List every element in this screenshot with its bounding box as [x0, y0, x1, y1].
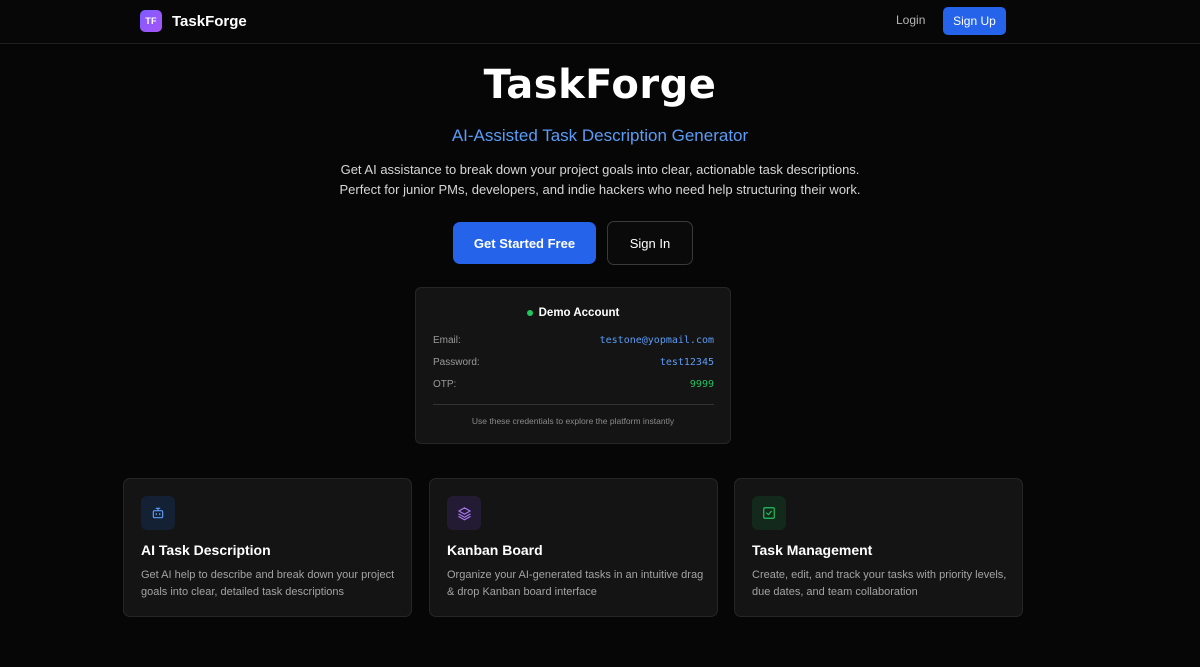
feature-card-kanban-board: Kanban Board Organize your AI-generated … [429, 478, 718, 617]
feature-card-ai-task-description: AI Task Description Get AI help to descr… [123, 478, 412, 617]
password-label: Password: [433, 356, 480, 368]
feature-title: Task Management [752, 542, 873, 558]
hero-description: Get AI assistance to break down your pro… [0, 160, 1200, 200]
feature-card-task-management: Task Management Create, edit, and track … [734, 478, 1023, 617]
hero-subtitle: AI-Assisted Task Description Generator [451, 126, 749, 145]
demo-account-card: Demo Account Email: testone@yopmail.com … [415, 287, 731, 444]
brand-name: TaskForge [172, 12, 247, 30]
hero-description-line: Get AI assistance to break down your pro… [340, 162, 860, 177]
status-dot-icon [526, 310, 533, 316]
demo-account-title: Demo Account [538, 307, 620, 319]
feature-title: AI Task Description [141, 542, 271, 558]
bot-icon [141, 496, 175, 530]
hero-title: TaskForge [483, 62, 717, 108]
demo-row-email: Email: testone@yopmail.com [433, 332, 714, 348]
sign-in-button[interactable]: Sign In [607, 221, 693, 265]
brand[interactable]: TF TaskForge [140, 10, 247, 32]
login-link[interactable]: Login [896, 13, 925, 27]
check-square-icon [752, 496, 786, 530]
demo-row-password: Password: test12345 [433, 354, 714, 370]
logo-icon: TF [140, 10, 162, 32]
demo-row-otp: OTP: 9999 [433, 376, 714, 392]
email-value[interactable]: testone@yopmail.com [600, 335, 714, 346]
feature-description: Organize your AI-generated tasks in an i… [447, 569, 704, 598]
signup-button[interactable]: Sign Up [943, 7, 1006, 35]
email-label: Email: [433, 334, 461, 346]
otp-value[interactable]: 9999 [690, 379, 714, 390]
navbar: TF TaskForge Login Sign Up [0, 0, 1200, 44]
demo-account-note: Use these credentials to explore the pla… [471, 416, 675, 426]
feature-title: Kanban Board [447, 542, 543, 558]
hero-description-line: Perfect for junior PMs, developers, and … [339, 182, 861, 197]
password-value[interactable]: test12345 [660, 357, 714, 368]
feature-description: Create, edit, and track your tasks with … [752, 569, 1007, 598]
demo-account-header: Demo Account [416, 307, 730, 319]
layers-icon [447, 496, 481, 530]
divider [433, 404, 714, 405]
get-started-button[interactable]: Get Started Free [453, 222, 596, 264]
otp-label: OTP: [433, 378, 457, 390]
feature-description: Get AI help to describe and break down y… [141, 569, 395, 598]
